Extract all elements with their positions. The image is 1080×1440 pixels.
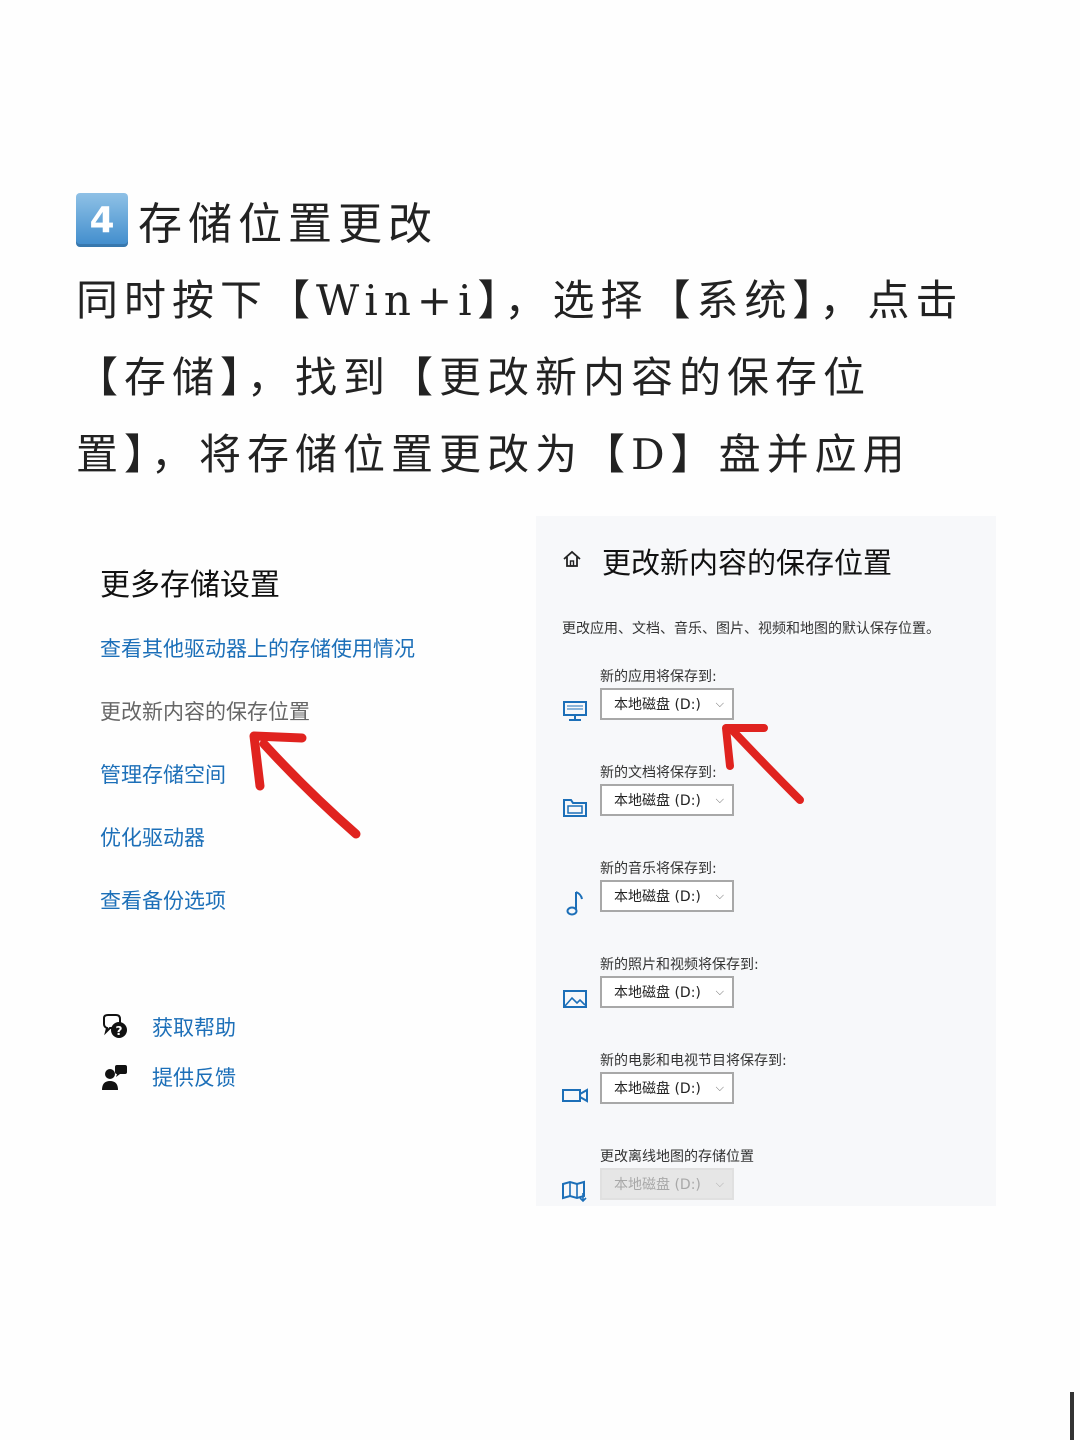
setting-label: 更改离线地图的存储位置 — [600, 1149, 754, 1165]
selected-drive: 本地磁盘 (D:) — [614, 697, 701, 713]
music-drive-dropdown[interactable]: 本地磁盘 (D:) ⌵ — [600, 880, 734, 912]
panel-title: 更改新内容的保存位置 — [602, 546, 893, 580]
instruction-line: 同时按下【Win+i】，选择【系统】，点击 — [76, 276, 964, 325]
save-location-documents: 新的文档将保存到: 本地磁盘 (D:) ⌵ — [536, 762, 996, 858]
instruction-line: 【存储】，找到【更改新内容的保存位 — [76, 353, 872, 402]
setting-label: 新的电影和电视节目将保存到: — [600, 1053, 787, 1069]
offline-maps-drive-dropdown[interactable]: 本地磁盘 (D:) ⌵ — [600, 1168, 734, 1200]
scroll-indicator — [1070, 1392, 1074, 1440]
save-location-photos-videos: 新的照片和视频将保存到: 本地磁盘 (D:) ⌵ — [536, 954, 996, 1050]
selected-drive: 本地磁盘 (D:) — [614, 889, 701, 905]
setting-label: 新的应用将保存到: — [600, 669, 717, 685]
chevron-down-icon: ⌵ — [715, 697, 724, 710]
selected-drive: 本地磁盘 (D:) — [614, 1177, 701, 1193]
map-icon — [560, 1176, 590, 1206]
instruction-line: 置】，将存储位置更改为【D】盘并应用 — [76, 430, 911, 479]
chevron-down-icon: ⌵ — [715, 1081, 724, 1094]
photos-videos-drive-dropdown[interactable]: 本地磁盘 (D:) ⌵ — [600, 976, 734, 1008]
more-storage-settings-heading: 更多存储设置 — [100, 568, 280, 603]
step-number-badge: 4 — [76, 193, 128, 247]
home-icon[interactable] — [562, 549, 582, 573]
picture-icon — [560, 984, 590, 1014]
chevron-down-icon: ⌵ — [715, 889, 724, 902]
view-other-drives-link[interactable]: 查看其他驱动器上的存储使用情况 — [100, 634, 520, 697]
step-title-text: 存储位置更改 — [138, 199, 438, 250]
movies-tv-drive-dropdown[interactable]: 本地磁盘 (D:) ⌵ — [600, 1072, 734, 1104]
folder-icon — [560, 792, 590, 822]
monitor-icon — [560, 696, 590, 726]
change-save-location-panel: 更改新内容的保存位置 更改应用、文档、音乐、图片、视频和地图的默认保存位置。 新… — [536, 516, 996, 1206]
chevron-down-icon: ⌵ — [715, 1177, 724, 1190]
give-feedback-link[interactable]: 提供反馈 — [152, 1062, 236, 1092]
documents-drive-dropdown[interactable]: 本地磁盘 (D:) ⌵ — [600, 784, 734, 816]
setting-label: 新的音乐将保存到: — [600, 861, 717, 877]
selected-drive: 本地磁盘 (D:) — [614, 985, 701, 1001]
save-location-music: 新的音乐将保存到: 本地磁盘 (D:) ⌵ — [536, 858, 996, 954]
optimize-drives-link[interactable]: 优化驱动器 — [100, 823, 520, 886]
save-location-offline-maps: 更改离线地图的存储位置 本地磁盘 (D:) ⌵ — [536, 1146, 996, 1242]
feedback-person-icon — [100, 1062, 130, 1092]
instruction-text: 同时按下【Win+i】，选择【系统】，点击 【存储】，找到【更改新内容的保存位 … — [76, 262, 1006, 493]
feedback-row[interactable]: 提供反馈 — [100, 1062, 236, 1092]
setting-label: 新的文档将保存到: — [600, 765, 717, 781]
manage-storage-spaces-link[interactable]: 管理存储空间 — [100, 760, 520, 823]
video-camera-icon — [560, 1080, 590, 1110]
save-location-apps: 新的应用将保存到: 本地磁盘 (D:) ⌵ — [536, 666, 996, 762]
more-storage-settings-panel: 更多存储设置 查看其他驱动器上的存储使用情况 更改新内容的保存位置 管理存储空间… — [100, 560, 520, 949]
panel-header: 更改新内容的保存位置 — [562, 540, 892, 582]
view-backup-options-link[interactable]: 查看备份选项 — [100, 886, 520, 949]
save-location-movies-tv: 新的电影和电视节目将保存到: 本地磁盘 (D:) ⌵ — [536, 1050, 996, 1146]
step-title: 4 存储位置更改 — [76, 188, 438, 252]
get-help-link[interactable]: 获取帮助 — [152, 1012, 236, 1042]
change-save-location-link[interactable]: 更改新内容的保存位置 — [100, 697, 520, 760]
svg-text:?: ? — [116, 1024, 123, 1038]
chevron-down-icon: ⌵ — [715, 985, 724, 998]
selected-drive: 本地磁盘 (D:) — [614, 793, 701, 809]
panel-description: 更改应用、文档、音乐、图片、视频和地图的默认保存位置。 — [562, 621, 940, 637]
selected-drive: 本地磁盘 (D:) — [614, 1081, 701, 1097]
get-help-row[interactable]: ? 获取帮助 — [100, 1012, 236, 1042]
setting-label: 新的照片和视频将保存到: — [600, 957, 759, 973]
music-note-icon — [560, 888, 590, 918]
chevron-down-icon: ⌵ — [715, 793, 724, 806]
apps-drive-dropdown[interactable]: 本地磁盘 (D:) ⌵ — [600, 688, 734, 720]
help-chat-icon: ? — [100, 1012, 130, 1042]
